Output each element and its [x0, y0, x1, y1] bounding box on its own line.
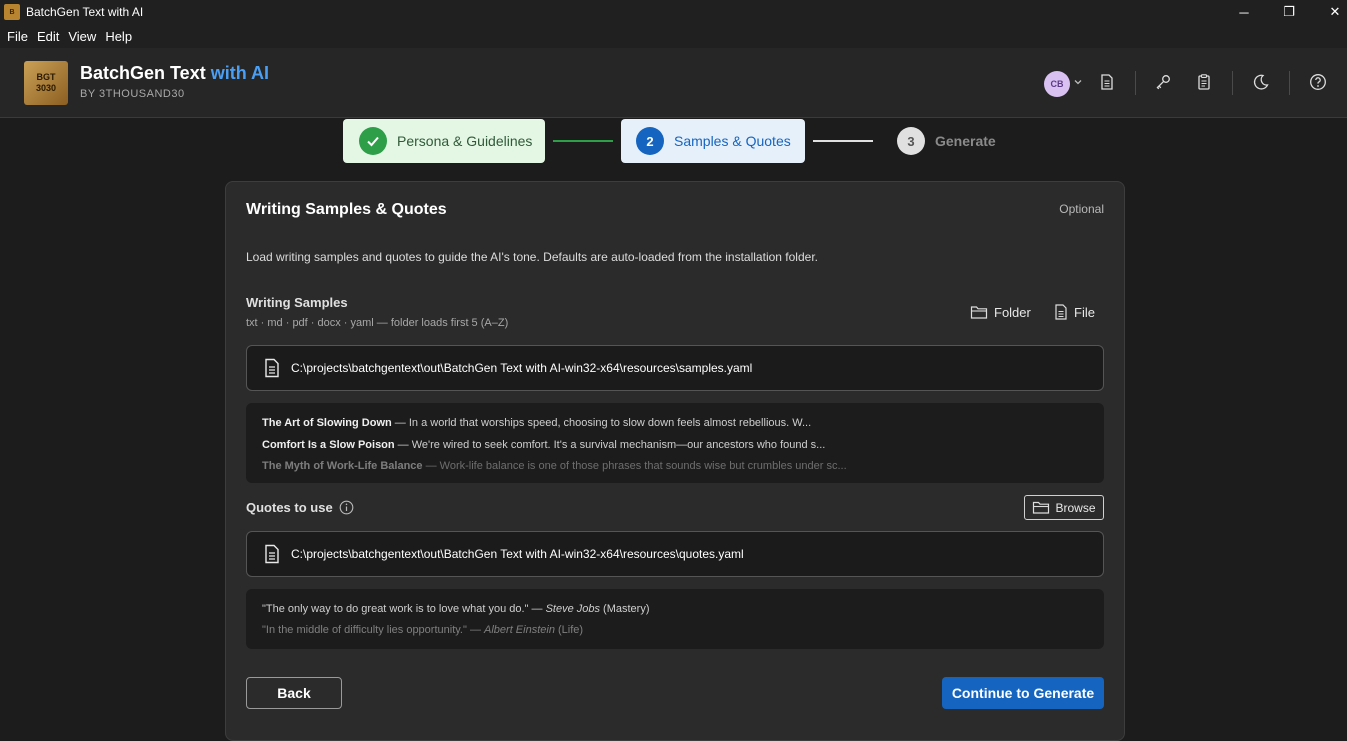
card-description: Load writing samples and quotes to guide… — [246, 250, 818, 264]
document-icon — [265, 358, 279, 378]
app-header: BGT 3030 BatchGen Text with AI BY 3THOUS… — [0, 48, 1347, 118]
quote-item: "The only way to do great work is to lov… — [262, 603, 650, 615]
info-icon[interactable] — [339, 500, 354, 515]
window-title: BatchGen Text with AI — [26, 5, 144, 19]
quotes-path: C:\projects\batchgentext\out\BatchGen Te… — [291, 547, 744, 561]
check-icon — [359, 127, 387, 155]
sample-item: The Myth of Work-Life Balance — Work-lif… — [262, 460, 847, 472]
card-title: Writing Samples & Quotes — [246, 201, 447, 218]
writing-samples-formats: txt · md · pdf · docx · yaml — folder lo… — [246, 317, 509, 329]
help-icon[interactable] — [1307, 71, 1329, 93]
app-byline: BY 3THOUSAND30 — [80, 88, 185, 100]
chevron-down-icon[interactable] — [1072, 71, 1084, 93]
quotes-preview: "The only way to do great work is to lov… — [246, 589, 1104, 649]
header-divider — [1289, 71, 1290, 95]
menu-file[interactable]: File — [7, 29, 28, 44]
maximize-button[interactable]: ❐ — [1266, 0, 1312, 24]
header-divider — [1232, 71, 1233, 95]
menu-edit[interactable]: Edit — [37, 29, 59, 44]
samples-path-field[interactable]: C:\projects\batchgentext\out\BatchGen Te… — [246, 345, 1104, 391]
step-number: 3 — [897, 127, 925, 155]
step-connector — [813, 140, 873, 142]
folder-icon — [1033, 501, 1050, 514]
menu-bar: File Edit View Help — [0, 24, 1347, 48]
continue-to-generate-button[interactable]: Continue to Generate — [942, 677, 1104, 709]
sample-item: The Art of Slowing Down — In a world tha… — [262, 417, 812, 429]
folder-icon — [970, 306, 988, 319]
file-icon — [1055, 304, 1067, 320]
clipboard-icon[interactable] — [1193, 71, 1215, 93]
menu-help[interactable]: Help — [105, 29, 132, 44]
samples-quotes-card: Writing Samples & Quotes Optional Load w… — [225, 181, 1125, 741]
app-logo: BGT 3030 — [24, 61, 68, 105]
sample-item: Comfort Is a Slow Poison — We're wired t… — [262, 439, 826, 451]
browse-button[interactable]: Browse — [1024, 495, 1104, 520]
step-label: Samples & Quotes — [674, 133, 791, 149]
step-number: 2 — [636, 127, 664, 155]
document-icon — [265, 544, 279, 564]
file-button[interactable]: File — [1054, 304, 1095, 320]
user-avatar[interactable]: CB — [1044, 71, 1070, 97]
step-label: Persona & Guidelines — [397, 133, 533, 149]
menu-view[interactable]: View — [68, 29, 96, 44]
step-label: Generate — [935, 133, 996, 149]
app-brand: BatchGen Text with AI — [80, 63, 270, 83]
writing-samples-title: Writing Samples — [246, 295, 348, 310]
samples-preview: The Art of Slowing Down — In a world tha… — [246, 403, 1104, 483]
close-button[interactable]: ✕ — [1312, 0, 1347, 24]
header-divider — [1135, 71, 1136, 95]
quotes-path-field[interactable]: C:\projects\batchgentext\out\BatchGen Te… — [246, 531, 1104, 577]
app-icon: B — [4, 4, 20, 20]
quotes-title: Quotes to use — [246, 500, 354, 515]
minimize-button[interactable]: ─ — [1221, 0, 1267, 24]
step-samples-quotes[interactable]: 2 Samples & Quotes — [621, 119, 805, 163]
back-button[interactable]: Back — [246, 677, 342, 709]
samples-path: C:\projects\batchgentext\out\BatchGen Te… — [291, 361, 753, 375]
key-icon[interactable] — [1152, 71, 1174, 93]
step-generate[interactable]: 3 Generate — [881, 119, 1021, 163]
moon-icon[interactable] — [1250, 71, 1272, 93]
quote-item: "In the middle of difficulty lies opport… — [262, 624, 584, 636]
optional-label: Optional — [1059, 202, 1104, 216]
step-persona-guidelines[interactable]: Persona & Guidelines — [343, 119, 545, 163]
folder-button[interactable]: Folder — [970, 304, 1031, 320]
window-titlebar: B BatchGen Text with AI — [0, 0, 1347, 24]
step-connector — [553, 140, 613, 142]
document-icon[interactable] — [1096, 71, 1118, 93]
